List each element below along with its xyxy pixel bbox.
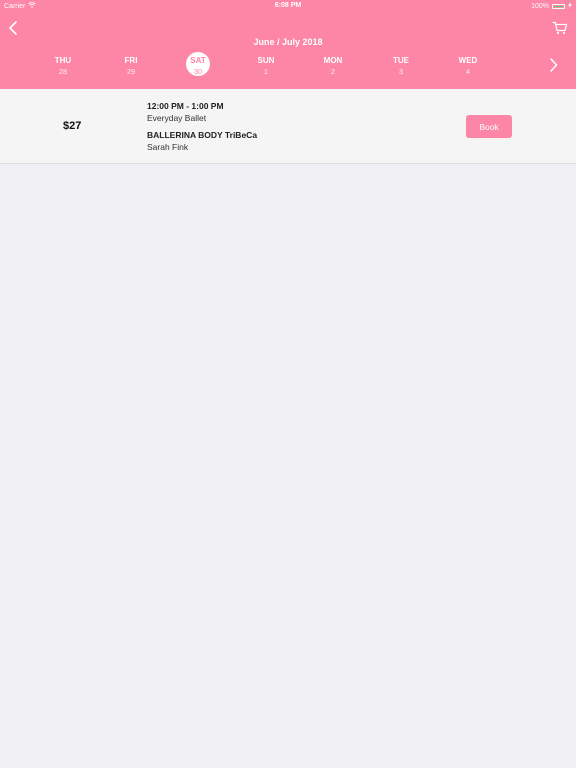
- month-label: June / July 2018: [253, 37, 323, 47]
- day-number: 28: [58, 67, 68, 76]
- day-sat-selected[interactable]: SAT 30: [173, 52, 223, 76]
- day-number: 2: [330, 67, 336, 76]
- cart-icon: [552, 21, 568, 35]
- instructor-name: Sarah Fink: [147, 142, 189, 152]
- day-number: 4: [465, 67, 471, 76]
- day-tue[interactable]: TUE 3: [376, 52, 426, 76]
- day-selector: THU 28 FRI 29 SAT 30 SUN 1 MON 2 TUE 3 W…: [30, 52, 536, 80]
- book-button[interactable]: Book: [466, 115, 512, 138]
- class-name: Everyday Ballet: [147, 113, 207, 123]
- day-thu[interactable]: THU 28: [38, 52, 88, 76]
- chevron-left-icon: [9, 21, 17, 35]
- day-number: 30: [193, 67, 203, 76]
- status-time: 6:08 PM: [274, 2, 302, 9]
- cart-button[interactable]: [550, 19, 570, 37]
- next-week-button[interactable]: [546, 56, 560, 74]
- battery-icon: [552, 3, 565, 9]
- day-name: SUN: [257, 56, 275, 65]
- day-name: TUE: [393, 56, 409, 65]
- chevron-right-icon: [549, 58, 557, 72]
- day-number: 29: [126, 67, 136, 76]
- back-button[interactable]: [4, 19, 22, 37]
- day-name: FRI: [124, 56, 138, 65]
- day-sun[interactable]: SUN 1: [241, 52, 291, 76]
- day-mon[interactable]: MON 2: [308, 52, 358, 76]
- status-right: 100%: [531, 2, 572, 10]
- day-fri[interactable]: FRI 29: [106, 52, 156, 76]
- class-time: 12:00 PM - 1:00 PM: [147, 101, 224, 111]
- day-name: MON: [323, 56, 343, 65]
- day-name: THU: [54, 56, 72, 65]
- day-wed[interactable]: WED 4: [443, 52, 493, 76]
- day-name: WED: [458, 56, 478, 65]
- status-bar: Carrier 6:08 PM 100%: [0, 0, 576, 13]
- battery-percent: 100%: [531, 2, 549, 10]
- day-number: 1: [263, 67, 269, 76]
- class-row: $27 12:00 PM - 1:00 PM Everyday Ballet B…: [0, 89, 576, 164]
- header: Carrier 6:08 PM 100% June / July 2018 TH…: [0, 0, 576, 89]
- class-price: $27: [63, 120, 82, 132]
- charging-icon: [568, 2, 572, 10]
- day-number: 3: [398, 67, 404, 76]
- day-name: SAT: [190, 56, 206, 65]
- studio-name: BALLERINA BODY TriBeCa: [147, 130, 258, 140]
- class-info: 12:00 PM - 1:00 PM Everyday Ballet BALLE…: [147, 101, 257, 152]
